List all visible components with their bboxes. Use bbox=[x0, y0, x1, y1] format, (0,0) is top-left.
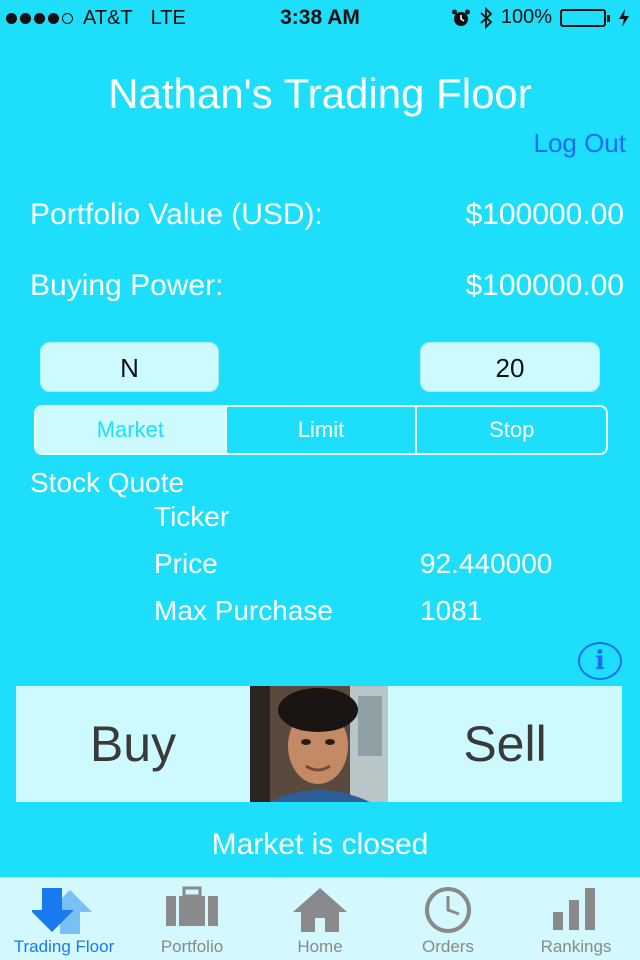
alarm-icon bbox=[451, 9, 470, 26]
tab-label: Trading Floor bbox=[13, 937, 115, 956]
tab-label: Orders bbox=[422, 937, 474, 956]
logout-button[interactable]: Log Out bbox=[533, 128, 626, 159]
buy-button[interactable]: Buy bbox=[16, 686, 250, 802]
max-purchase-value: 1081 bbox=[420, 595, 483, 626]
status-bar: AT&T LTE 3:38 AM 100% bbox=[0, 0, 640, 36]
battery-icon bbox=[560, 8, 610, 27]
tab-label: Rankings bbox=[540, 937, 612, 956]
tab-label: Home bbox=[297, 937, 343, 956]
charging-icon bbox=[619, 8, 629, 27]
stock-quote-heading: Stock Quote bbox=[30, 467, 185, 498]
user-avatar bbox=[250, 686, 388, 802]
tab-home[interactable]: Home bbox=[256, 878, 384, 960]
price-label: Price bbox=[154, 548, 218, 579]
buying-power-label: Buying Power: bbox=[30, 269, 224, 302]
tab-bar: Trading Floor Portfolio Home Orders Rank… bbox=[0, 877, 640, 960]
battery-percent: 100% bbox=[500, 6, 552, 28]
tab-label: Portfolio bbox=[160, 937, 224, 956]
tab-rankings[interactable]: Rankings bbox=[512, 878, 640, 960]
info-icon[interactable]: i bbox=[578, 642, 622, 680]
bluetooth-icon bbox=[480, 6, 493, 29]
buying-power-value: $100000.00 bbox=[465, 269, 625, 302]
tab-orders[interactable]: Orders bbox=[384, 878, 512, 960]
sell-button[interactable]: Sell bbox=[388, 686, 622, 802]
tab-portfolio[interactable]: Portfolio bbox=[128, 878, 256, 960]
tab-trading-floor[interactable]: Trading Floor bbox=[0, 878, 128, 960]
bar-chart-icon bbox=[553, 888, 595, 930]
status-right: 100% bbox=[451, 6, 630, 29]
portfolio-value: $100000.00 bbox=[465, 198, 625, 231]
price-value: 92.440000 bbox=[420, 548, 553, 579]
portfolio-value-label: Portfolio Value (USD): bbox=[30, 198, 323, 231]
briefcase-icon bbox=[166, 886, 218, 926]
page-title: Nathan's Trading Floor bbox=[108, 70, 532, 117]
house-icon bbox=[293, 888, 347, 932]
order-type-stop[interactable]: Stop bbox=[415, 407, 606, 453]
order-type-market[interactable]: Market bbox=[36, 407, 225, 453]
order-type-limit[interactable]: Limit bbox=[224, 407, 416, 453]
quantity-input[interactable]: 20 bbox=[420, 342, 600, 392]
market-status: Market is closed bbox=[211, 828, 429, 861]
ticker-label: Ticker bbox=[154, 501, 230, 532]
order-type-selector: Market Limit Stop bbox=[34, 405, 608, 455]
up-down-arrows-icon bbox=[32, 888, 92, 934]
ticker-input[interactable]: N bbox=[40, 342, 219, 392]
max-purchase-label: Max Purchase bbox=[154, 595, 333, 626]
clock-icon bbox=[425, 887, 471, 933]
